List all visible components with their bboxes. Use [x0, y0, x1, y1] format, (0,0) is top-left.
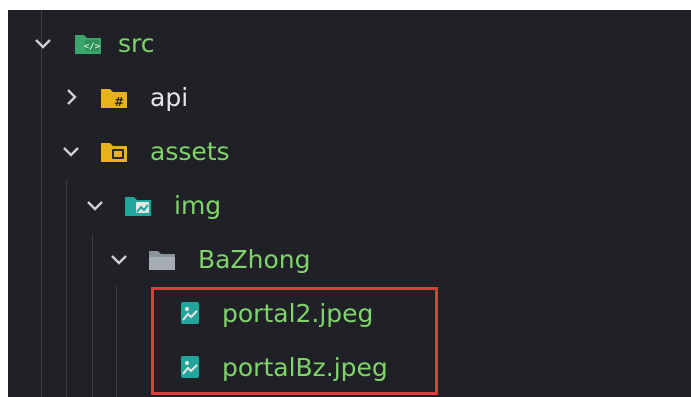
tree-label-assets: assets: [150, 137, 230, 166]
file-explorer-panel: </> src # api assets img BaZhong portal2…: [8, 10, 691, 397]
folder-api-icon: #: [101, 89, 127, 109]
chevron-right-icon[interactable]: [60, 86, 82, 108]
folder-images-icon: [125, 197, 151, 216]
chevron-down-icon[interactable]: [60, 140, 82, 162]
tree-label-api: api: [150, 83, 189, 112]
tree-row-img[interactable]: img: [8, 179, 691, 233]
tree-row-src[interactable]: </> src: [8, 17, 691, 71]
tree-label-portalbz-jpeg: portalBz.jpeg: [222, 353, 388, 382]
tree-label-src: src: [118, 29, 155, 58]
tree-row-api[interactable]: # api: [8, 71, 691, 125]
chevron-down-icon[interactable]: [108, 248, 130, 270]
chevron-down-icon[interactable]: [84, 194, 106, 216]
tree-row-portalbz-jpeg[interactable]: portalBz.jpeg: [8, 341, 691, 395]
folder-icon: [149, 251, 175, 270]
tree-row-bazhong[interactable]: BaZhong: [8, 233, 691, 287]
screenshot-root: </> src # api assets img BaZhong portal2…: [0, 0, 691, 397]
tree-label-portal2-jpeg: portal2.jpeg: [222, 299, 374, 328]
folder-src-icon: </>: [75, 35, 101, 54]
tree-row-portal2-jpeg[interactable]: portal2.jpeg: [8, 287, 691, 341]
folder-assets-icon: [101, 143, 127, 162]
image-file-icon: [181, 302, 199, 324]
svg-text:#: #: [114, 95, 124, 109]
tree-label-bazhong: BaZhong: [198, 245, 311, 274]
tree-label-img: img: [174, 191, 222, 220]
tree-row-assets[interactable]: assets: [8, 125, 691, 179]
chevron-down-icon[interactable]: [32, 32, 54, 54]
svg-text:</>: </>: [84, 42, 101, 52]
image-file-icon: [181, 356, 199, 378]
